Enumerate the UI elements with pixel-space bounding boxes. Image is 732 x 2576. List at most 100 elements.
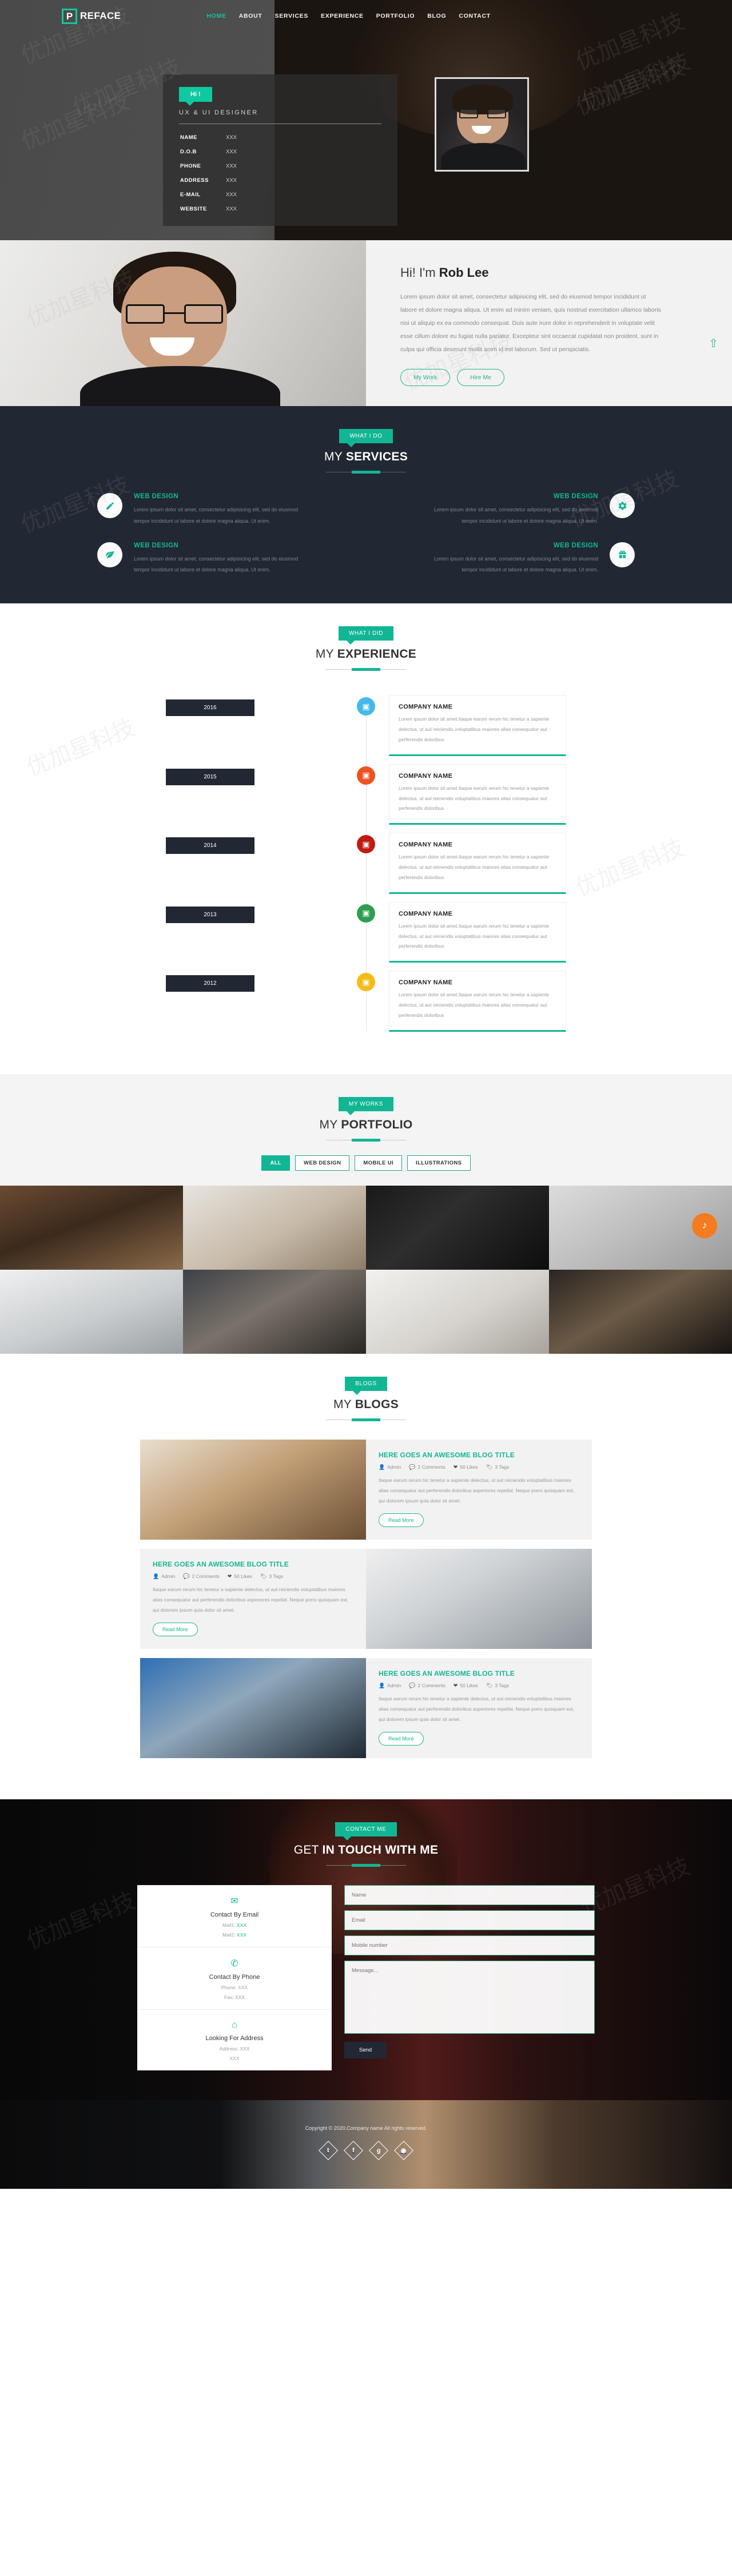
hero-portrait-photo	[435, 77, 529, 172]
portfolio-item[interactable]	[183, 1269, 366, 1354]
value: XXX	[240, 2045, 250, 2052]
scroll-to-top-icon[interactable]: ⇧	[709, 336, 718, 351]
blog-tags: 🏷 3 Tags	[486, 1464, 510, 1470]
send-button[interactable]: Send	[344, 2041, 387, 2058]
blogs-section: BLOGS MY BLOGS HERE GOES AN AWESOME BLOG…	[0, 54, 732, 1799]
company-name: COMPANY NAME	[399, 841, 453, 849]
user-icon: 👤	[153, 1573, 160, 1579]
service-card[interactable]: WEB DESIGN Lorem ipsum dolor sit amet, co…	[376, 493, 635, 527]
heart-icon: ❤	[453, 1464, 458, 1470]
hero-info-card: Hi ! UX & UI DESIGNER NAME XXX D.O.B XXX P…	[163, 74, 397, 226]
timeline-item: 2013 ▣ COMPANY NAME Lorem ipsum dolor si…	[166, 901, 566, 963]
blog-likes: ❤ 50 Likes	[453, 1464, 478, 1470]
portfolio-item[interactable]	[0, 1269, 183, 1354]
services-grid: WEB DESIGN Lorem ipsum dolor sit amet, co…	[97, 493, 635, 576]
info-key: PHONE	[180, 163, 201, 169]
portfolio-item[interactable]	[183, 1185, 366, 1270]
nav-links: HOME ABOUT SERVICES EXPERIENCE PORTFOLIO…	[206, 13, 491, 19]
filter-web-design[interactable]: WEB DESIGN	[295, 1155, 350, 1171]
logo-letter: P	[66, 10, 73, 22]
mobile-input[interactable]	[344, 1935, 595, 1955]
hero-section: P REFACE HOME ABOUT SERVICES EXPERIENCE …	[0, 0, 732, 240]
info-key: ADDRESS	[180, 177, 209, 184]
blog-meta: 👤 Admin 💬 2 Comments ❤ 50 Likes 🏷 3 Tags	[379, 1683, 579, 1689]
email-input[interactable]	[344, 1910, 595, 1930]
info-key: D.O.B	[180, 149, 197, 155]
service-title: WEB DESIGN	[553, 493, 598, 500]
contact-address-block: ⌂ Looking For Address Address: XXX XXX	[137, 2010, 332, 2070]
nav-item-home[interactable]: HOME	[206, 13, 226, 19]
contact-section: CONTACT ME GET IN TOUCH WITH ME ✉ Contac…	[0, 1799, 732, 2100]
blog-tags: 🏷 3 Tags	[486, 1682, 510, 1689]
portfolio-item[interactable]: ♪	[549, 1185, 732, 1270]
filter-illustrations[interactable]: ILLUSTRATIONS	[407, 1155, 471, 1171]
blog-title[interactable]: HERE GOES AN AWESOME BLOG TITLE	[379, 1669, 579, 1677]
timeline-card: COMPANY NAME Lorem ipsum dolor sit amet.…	[389, 695, 566, 756]
timeline-item: 2015 ▣ COMPANY NAME Lorem ipsum dolor si…	[166, 764, 566, 825]
gear-icon	[610, 493, 635, 518]
read-more-button[interactable]: Read More	[379, 1513, 424, 1528]
contact-email-block: ✉ Contact By Email Mail1: XXX Mail2: XXX	[137, 1885, 332, 1947]
section-underline	[326, 1863, 406, 1867]
hire-me-button[interactable]: Hire Me	[457, 369, 504, 387]
service-card[interactable]: WEB DESIGN Lorem ipsum dolor sit amet, co…	[97, 542, 356, 577]
filter-mobile-ui[interactable]: MOBILE UI	[355, 1155, 403, 1171]
filter-all[interactable]: ALL	[261, 1155, 291, 1171]
comment-icon: 💬	[409, 1682, 416, 1688]
contact-title: GET IN TOUCH WITH ME	[0, 1843, 732, 1857]
title-bold: SERVICES	[345, 450, 408, 463]
contact-address-line1: Address: XXX	[137, 2046, 332, 2052]
company-description: Lorem ipsum dolor sit amet.Itaque earum …	[399, 785, 550, 812]
title-light: MY	[324, 450, 346, 463]
contact-phone-block: ✆ Contact By Phone Phone: XXX Fax: XXX	[137, 1947, 332, 2010]
twitter-icon[interactable]: ​t	[319, 2140, 338, 2160]
portfolio-item[interactable]	[366, 1185, 549, 1270]
label: Phone:	[221, 1984, 237, 1990]
site-logo[interactable]: P REFACE	[62, 8, 121, 24]
message-textarea[interactable]	[344, 1960, 595, 2034]
service-title: WEB DESIGN	[553, 542, 598, 549]
blog-post: HERE GOES AN AWESOME BLOG TITLE 👤 Admin 💬…	[140, 1657, 592, 1758]
blog-list: HERE GOES AN AWESOME BLOG TITLE 👤 Admin 💬…	[140, 1439, 592, 1758]
service-title: WEB DESIGN	[134, 542, 179, 549]
nav-item-about[interactable]: ABOUT	[239, 13, 262, 19]
timeline-card: COMPANY NAME Lorem ipsum dolor sit amet.…	[389, 901, 566, 963]
portfolio-item[interactable]	[0, 1185, 183, 1270]
portfolio-item[interactable]	[366, 1269, 549, 1354]
label: Mail1:	[222, 1922, 236, 1928]
dribbble-icon[interactable]: ◉	[394, 2140, 413, 2160]
nav-item-blog[interactable]: BLOG	[427, 13, 446, 19]
blog-title[interactable]: HERE GOES AN AWESOME BLOG TITLE	[379, 1451, 579, 1459]
my-work-button[interactable]: My Work	[400, 369, 451, 387]
blog-thumbnail	[140, 1439, 366, 1540]
read-more-button[interactable]: Read More	[379, 1732, 424, 1746]
info-value: XXX	[226, 149, 237, 155]
about-greeting: Hi! I'm	[400, 265, 439, 280]
value: XXX	[238, 1984, 248, 1990]
nav-item-services[interactable]: SERVICES	[275, 13, 309, 19]
read-more-button[interactable]: Read More	[153, 1623, 198, 1637]
contact-info-panel: ✉ Contact By Email Mail1: XXX Mail2: XXX…	[137, 1885, 332, 2070]
company-description: Lorem ipsum dolor sit amet.Itaque earum …	[399, 854, 550, 880]
value: XXX	[237, 1931, 247, 1938]
service-card[interactable]: WEB DESIGN Lorem ipsum dolor sit amet, co…	[376, 542, 635, 577]
portfolio-item[interactable]	[549, 1269, 732, 1354]
service-card[interactable]: WEB DESIGN Lorem ipsum dolor sit amet, co…	[97, 493, 356, 527]
title-light: MY	[333, 1397, 355, 1411]
site-footer: Copyright © 2020.Company name All rights…	[0, 2100, 732, 2189]
blog-title[interactable]: HERE GOES AN AWESOME BLOG TITLE	[153, 1560, 353, 1568]
blog-excerpt: Itaque earum rerum hic tenetur a sapient…	[379, 1477, 575, 1504]
contact-header: CONTACT ME GET IN TOUCH WITH ME	[0, 1799, 732, 1867]
company-description: Lorem ipsum dolor sit amet.Itaque earum …	[399, 716, 550, 742]
nav-item-experience[interactable]: EXPERIENCE	[321, 13, 364, 19]
services-title: MY SERVICES	[0, 450, 732, 464]
google-plus-icon[interactable]: g	[369, 2140, 388, 2160]
portfolio-filters: ALL WEB DESIGN MOBILE UI ILLUSTRATIONS	[0, 1155, 732, 1186]
about-heading: Hi! I'm Rob Lee	[400, 265, 698, 280]
nav-item-portfolio[interactable]: PORTFOLIO	[376, 13, 415, 19]
company-name: COMPANY NAME	[399, 910, 453, 917]
nav-item-contact[interactable]: CONTACT	[459, 13, 490, 19]
facebook-icon[interactable]: f	[344, 2140, 363, 2160]
blogs-header: BLOGS MY BLOGS	[0, 1354, 732, 1421]
name-input[interactable]	[344, 1885, 595, 1905]
